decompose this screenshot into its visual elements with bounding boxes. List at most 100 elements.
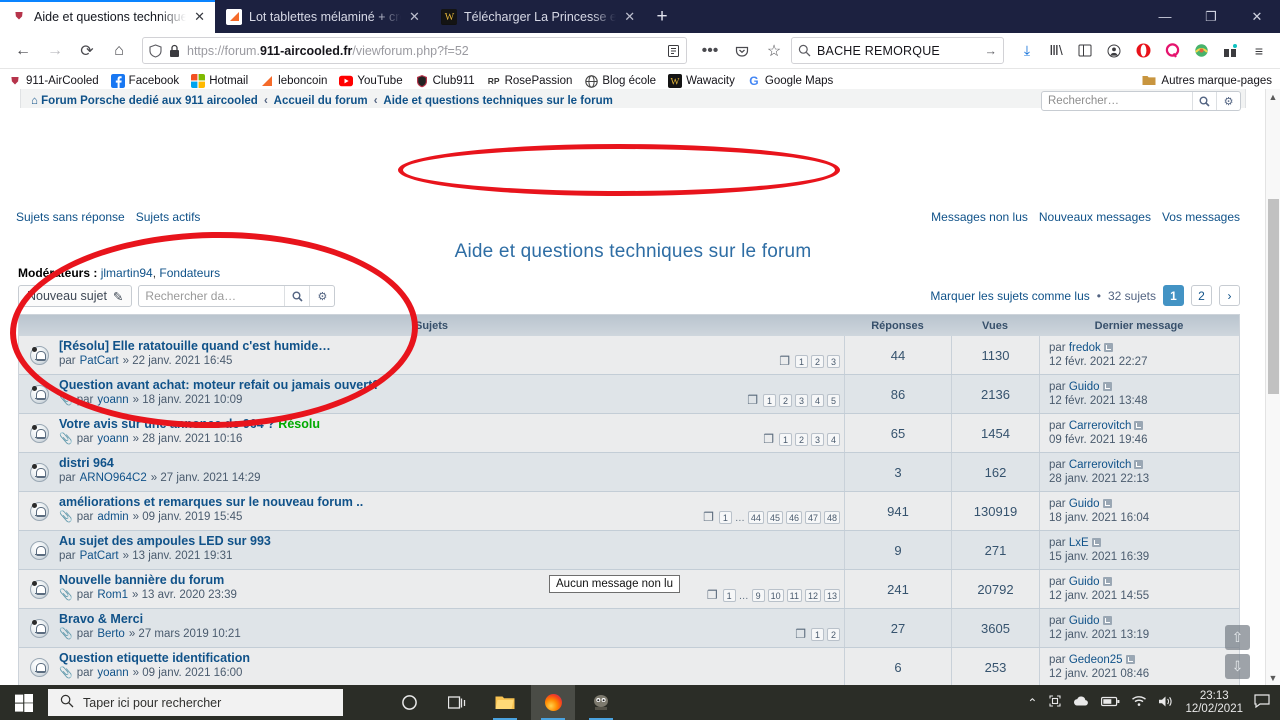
- topic-title-link[interactable]: [Résolu] Elle ratatouille quand c'est hu…: [59, 339, 644, 354]
- mini-page-button[interactable]: 48: [823, 511, 840, 524]
- tracking-protection-icon[interactable]: [149, 43, 162, 58]
- bookmark-club911[interactable]: Club911: [415, 74, 475, 88]
- goto-last-post-icon[interactable]: [1103, 343, 1113, 352]
- browser-tab-1[interactable]: Lot tablettes mélaminé + créma ✕: [215, 0, 430, 33]
- topic-unread-icon[interactable]: [29, 345, 49, 365]
- topic-author-link[interactable]: yoann: [97, 393, 128, 408]
- taskbar-search-box[interactable]: Taper ici pour rechercher: [48, 689, 343, 716]
- search-icon[interactable]: [1192, 92, 1216, 110]
- home-button[interactable]: ⌂: [104, 37, 134, 65]
- minimize-button[interactable]: —: [1142, 0, 1188, 33]
- topic-unread-icon[interactable]: [29, 618, 49, 638]
- forward-button[interactable]: →: [40, 37, 70, 65]
- scroll-up-helper[interactable]: ⇧: [1225, 625, 1250, 650]
- windows-start-icon[interactable]: [0, 685, 48, 720]
- mini-page-button[interactable]: 11: [786, 589, 802, 602]
- scrollbar-down-arrow[interactable]: ▼: [1266, 670, 1280, 685]
- goto-last-post-icon[interactable]: [1102, 499, 1112, 508]
- link-sujets-actifs[interactable]: Sujets actifs: [136, 210, 201, 224]
- last-post-author-link[interactable]: Guido: [1069, 498, 1100, 510]
- topic-author-link[interactable]: ARNO964C2: [80, 471, 147, 486]
- mini-page-button[interactable]: 2: [795, 433, 808, 446]
- topic-author-link[interactable]: yoann: [97, 432, 128, 447]
- browser-tab-0[interactable]: ⛊ Aide et questions techniques su ✕: [0, 0, 215, 33]
- topic-read-icon[interactable]: [29, 657, 49, 677]
- maximize-button[interactable]: ❐: [1188, 0, 1234, 33]
- table-row[interactable]: Bravo & Merci 📎 par Berto » 27 mars 2019 1…: [19, 609, 1239, 648]
- gimp-icon[interactable]: [579, 685, 623, 720]
- goto-last-post-icon[interactable]: [1091, 538, 1101, 547]
- table-row[interactable]: [Résolu] Elle ratatouille quand c'est hu…: [19, 336, 1239, 375]
- topic-author-link[interactable]: PatCart: [80, 354, 119, 369]
- next-page-icon[interactable]: ›: [1219, 285, 1240, 306]
- mini-page-button[interactable]: 1: [795, 355, 808, 368]
- goto-last-post-icon[interactable]: [1102, 577, 1112, 586]
- table-row[interactable]: améliorations et remarques sur le nouvea…: [19, 492, 1239, 531]
- table-row[interactable]: Votre avis sur une annonce de 964 ? Réso…: [19, 414, 1239, 453]
- mini-page-button[interactable]: 3: [827, 355, 840, 368]
- table-row[interactable]: Au sujet des ampoules LED sur 993 par Pat…: [19, 531, 1239, 570]
- close-icon[interactable]: ✕: [408, 9, 421, 25]
- padlock-icon[interactable]: [169, 44, 180, 58]
- page-button-2[interactable]: 2: [1191, 285, 1212, 306]
- topic-title-link[interactable]: Au sujet des ampoules LED sur 993: [59, 534, 644, 549]
- topic-title-link[interactable]: Votre avis sur une annonce de 964 ? Réso…: [59, 417, 644, 432]
- other-bookmarks-folder[interactable]: Autres marque-pages: [1142, 74, 1272, 89]
- scrollbar-thumb[interactable]: [1268, 199, 1279, 394]
- breadcrumb-item-1[interactable]: Accueil du forum: [274, 95, 368, 107]
- topic-author-link[interactable]: Berto: [97, 627, 125, 642]
- mini-page-button[interactable]: 4: [811, 394, 824, 407]
- link-nouveaux-messages[interactable]: Nouveaux messages: [1039, 210, 1151, 224]
- mini-page-button[interactable]: 1: [779, 433, 792, 446]
- mini-page-button[interactable]: 47: [804, 511, 821, 524]
- close-window-button[interactable]: ✕: [1234, 0, 1280, 33]
- mini-page-button[interactable]: 1: [718, 511, 732, 524]
- topic-author-link[interactable]: PatCart: [80, 549, 119, 564]
- reload-button[interactable]: ⟳: [72, 37, 102, 65]
- firefox-icon[interactable]: [531, 685, 575, 720]
- topic-title-link[interactable]: Question avant achat: moteur refait ou j…: [59, 378, 644, 393]
- mini-page-button[interactable]: 46: [785, 511, 802, 524]
- last-post-author-link[interactable]: Carrerovitch: [1069, 459, 1132, 471]
- search-go-icon[interactable]: →: [985, 44, 998, 58]
- topic-title-link[interactable]: Bravo & Merci: [59, 612, 644, 627]
- forum-header-search[interactable]: Rechercher… ⚙: [1041, 91, 1241, 111]
- qwant-icon[interactable]: [1159, 38, 1185, 64]
- topic-unread-icon[interactable]: [29, 501, 49, 521]
- topic-unread-icon[interactable]: [29, 579, 49, 599]
- bookmark-facebook[interactable]: Facebook: [110, 74, 179, 88]
- chevron-up-icon[interactable]: ⌃: [1027, 696, 1037, 710]
- volume-icon[interactable]: [1158, 695, 1174, 711]
- reader-mode-icon[interactable]: [667, 44, 680, 58]
- close-icon[interactable]: ✕: [623, 9, 636, 25]
- forum-search-input[interactable]: Rechercher…: [1042, 95, 1192, 107]
- table-row[interactable]: distri 964 par ARNO964C2 » 27 janv. 2021 …: [19, 453, 1239, 492]
- bookmark-rosepassion[interactable]: RP RosePassion: [487, 74, 573, 88]
- last-post-author-link[interactable]: Carrerovitch: [1069, 420, 1132, 432]
- bookmark-911-aircooled[interactable]: ⛊ 911-AirCooled: [8, 74, 98, 88]
- topic-search-box[interactable]: Rechercher da… ⚙: [138, 285, 336, 307]
- breadcrumb-item-0[interactable]: Forum Porsche dedié aux 911 aircooled: [41, 95, 258, 107]
- last-post-author-link[interactable]: Guido: [1069, 576, 1100, 588]
- sidebar-icon[interactable]: [1072, 38, 1098, 64]
- back-button[interactable]: ←: [8, 37, 38, 65]
- table-row[interactable]: Question etiquette identification 📎 par yo…: [19, 648, 1239, 685]
- last-post-author-link[interactable]: fredok: [1069, 342, 1101, 354]
- topic-author-link[interactable]: admin: [97, 510, 128, 525]
- cortana-icon[interactable]: [387, 685, 431, 720]
- topic-title-link[interactable]: distri 964: [59, 456, 644, 471]
- pocket-icon[interactable]: [727, 37, 757, 65]
- goto-last-post-icon[interactable]: [1134, 460, 1144, 469]
- mini-page-button[interactable]: 2: [779, 394, 792, 407]
- topic-title-link[interactable]: améliorations et remarques sur le nouvea…: [59, 495, 644, 510]
- bookmark-youtube[interactable]: YouTube: [339, 74, 403, 88]
- mini-page-button[interactable]: 3: [795, 394, 808, 407]
- topic-read-icon[interactable]: [29, 540, 49, 560]
- link-sujets-sans-reponse[interactable]: Sujets sans réponse: [16, 210, 125, 224]
- mini-page-button[interactable]: 1: [811, 628, 824, 641]
- search-icon[interactable]: [284, 286, 309, 306]
- goto-last-post-icon[interactable]: [1102, 382, 1112, 391]
- taskbar-clock[interactable]: 23:13 12/02/2021: [1185, 690, 1243, 716]
- mini-page-button[interactable]: 10: [767, 589, 784, 602]
- scrollbar-up-arrow[interactable]: ▲: [1266, 89, 1280, 104]
